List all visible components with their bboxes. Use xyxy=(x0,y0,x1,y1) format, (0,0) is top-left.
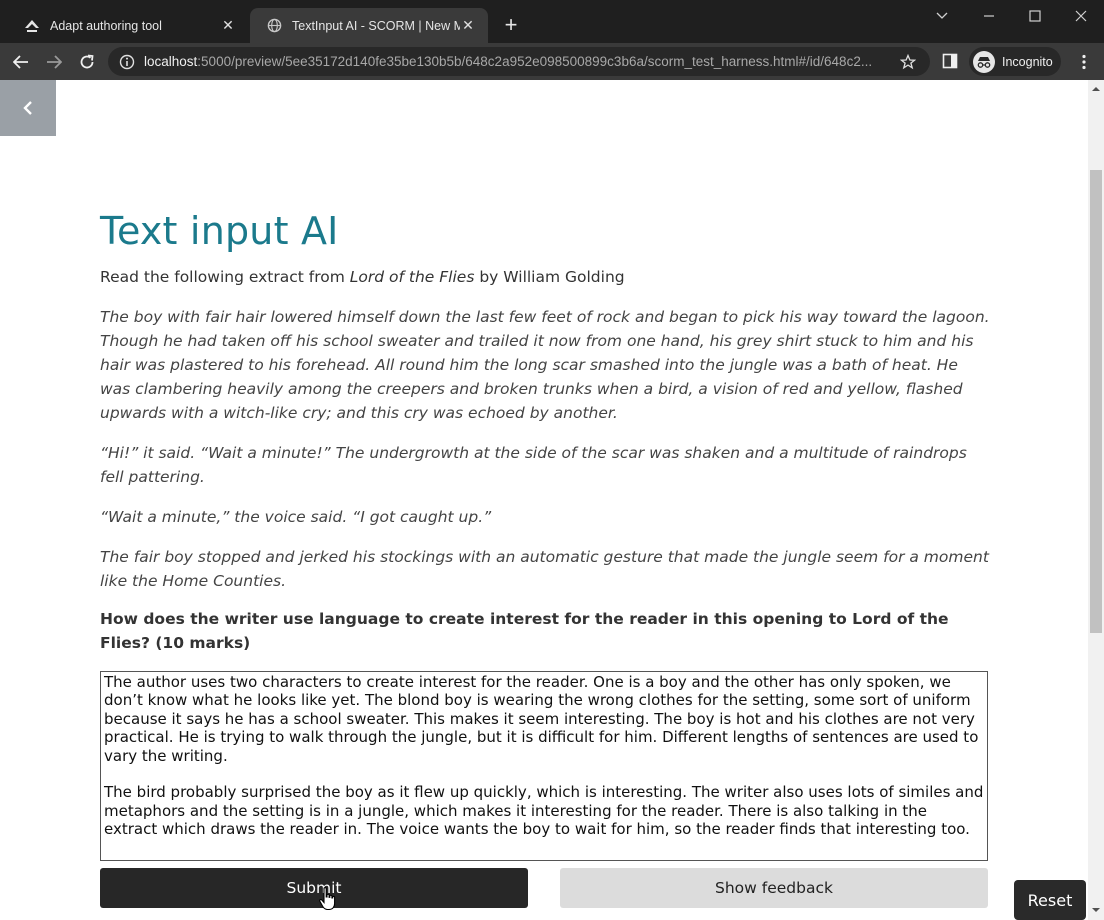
component-content: Text input AI Read the following extract… xyxy=(100,207,990,908)
browser-tab-bar: Adapt authoring tool ✕ TextInput AI - SC… xyxy=(0,0,1104,43)
question-text: How does the writer use language to crea… xyxy=(100,610,949,652)
submit-button[interactable]: Submit xyxy=(100,868,528,908)
incognito-indicator[interactable]: Incognito xyxy=(969,47,1061,76)
page-title: Text input AI xyxy=(100,209,339,253)
course-back-button[interactable] xyxy=(0,80,56,136)
tab-adapt-authoring-tool[interactable]: Adapt authoring tool ✕ xyxy=(8,8,248,43)
url-text: localhost:5000/preview/5ee35172d140fe35b… xyxy=(144,54,890,69)
extract-paragraph: “Hi!” it said. “Wait a minute!” The unde… xyxy=(100,444,967,486)
maximize-icon[interactable] xyxy=(1018,4,1052,28)
tab-textinput-ai[interactable]: TextInput AI - SCORM | New Men ✕ xyxy=(250,8,488,43)
browser-menu-icon[interactable] xyxy=(1074,51,1094,73)
browser-toolbar: localhost:5000/preview/5ee35172d140fe35b… xyxy=(0,43,1104,80)
extract-paragraph: The boy with fair hair lowered himself d… xyxy=(100,308,990,422)
back-arrow-icon[interactable] xyxy=(8,49,34,75)
page-viewport: Text input AI Read the following extract… xyxy=(0,80,1088,920)
url-path: :5000/preview/5ee35172d140fe35be130b5b/6… xyxy=(197,54,873,69)
new-tab-plus-icon[interactable]: + xyxy=(500,14,522,36)
scrollbar-thumb[interactable] xyxy=(1090,170,1102,633)
intro-suffix: by William Golding xyxy=(474,268,625,286)
extract-paragraph: The fair boy stopped and jerked his stoc… xyxy=(100,548,989,590)
intro-book-title: Lord of the Flies xyxy=(349,268,475,286)
intro-prefix: Read the following extract from xyxy=(100,268,350,286)
scroll-down-arrow-icon[interactable] xyxy=(1091,905,1101,915)
globe-icon xyxy=(266,18,282,34)
reload-icon[interactable] xyxy=(74,49,100,75)
close-tab-icon[interactable]: ✕ xyxy=(220,17,236,34)
tab-search-chevron-icon[interactable] xyxy=(925,4,959,28)
reset-button[interactable]: Reset xyxy=(1014,880,1086,920)
address-bar[interactable]: localhost:5000/preview/5ee35172d140fe35b… xyxy=(108,47,930,76)
url-host: localhost xyxy=(144,54,198,69)
incognito-icon xyxy=(973,50,995,73)
side-panel-icon[interactable] xyxy=(942,53,960,71)
scroll-up-arrow-icon[interactable] xyxy=(1091,84,1101,94)
tab-title: Adapt authoring tool xyxy=(50,18,162,33)
chevron-left-icon xyxy=(23,101,32,115)
forward-arrow-icon[interactable] xyxy=(41,49,67,75)
show-feedback-button[interactable]: Show feedback xyxy=(560,868,988,908)
answer-textarea[interactable] xyxy=(100,671,988,861)
incognito-label: Incognito xyxy=(1002,54,1053,69)
tab-title: TextInput AI - SCORM | New Men xyxy=(292,18,460,33)
adapt-logo-icon xyxy=(24,18,40,34)
bookmark-star-icon[interactable] xyxy=(898,52,918,72)
minimize-icon[interactable] xyxy=(972,4,1006,28)
component-intro: Read the following extract from Lord of … xyxy=(100,265,990,289)
close-window-icon[interactable] xyxy=(1064,4,1098,28)
close-tab-icon[interactable]: ✕ xyxy=(460,17,476,34)
literary-extract: The boy with fair hair lowered himself d… xyxy=(100,305,990,593)
button-row: Submit Show feedback xyxy=(100,868,988,908)
site-info-icon[interactable] xyxy=(118,53,136,71)
extract-paragraph: “Wait a minute,” the voice said. “I got … xyxy=(100,508,492,526)
